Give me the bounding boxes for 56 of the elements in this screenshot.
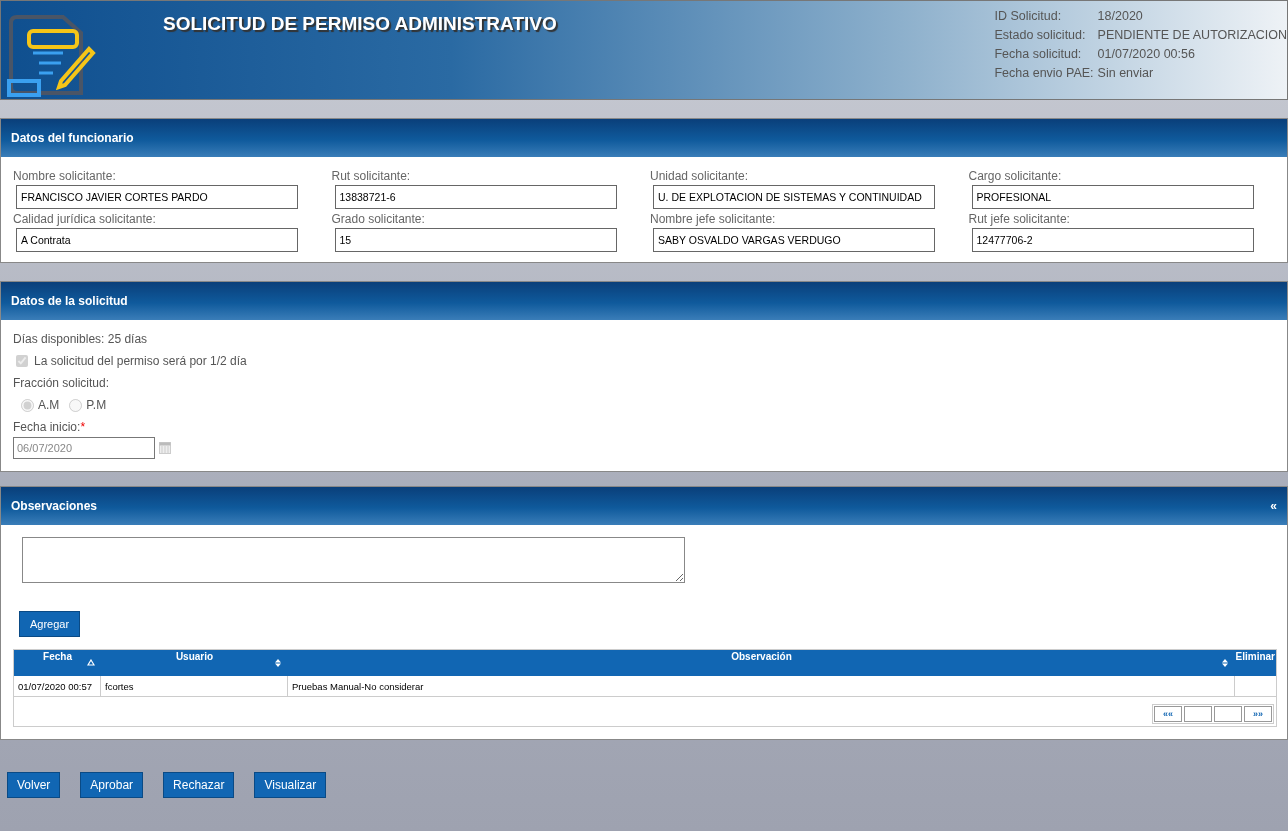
info-value: 01/07/2020 00:56 [1097, 47, 1196, 61]
sort-ascending-icon[interactable] [87, 659, 95, 667]
page-title: SOLICITUD DE PERMISO ADMINISTRATIVO [163, 13, 558, 35]
text-field[interactable]: 15 [334, 228, 617, 252]
text-field[interactable]: FRANCISCO JAVIER CORTES PARDO [16, 185, 298, 209]
sort-icon[interactable] [1221, 659, 1229, 667]
column-header[interactable]: Observación [288, 650, 1235, 676]
column-header[interactable]: Eliminar [1235, 650, 1277, 676]
add-button[interactable]: Agregar [19, 611, 81, 637]
info-value: 18/2020 [1097, 9, 1144, 23]
column-header[interactable]: Usuario [101, 650, 288, 676]
field-label: Grado solicitante: [331, 212, 426, 226]
text-field[interactable]: A Contrata [16, 228, 298, 252]
field-label: Nombre jefe solicitante: [650, 212, 777, 226]
panel-title: Datos de la solicitud [11, 294, 128, 308]
action-button[interactable]: Volver [7, 772, 61, 798]
info-value: Sin enviar [1097, 66, 1155, 80]
radio-label: A.M [38, 398, 60, 412]
field-label: Fracción solicitud: [13, 376, 111, 390]
observation-textarea[interactable] [22, 537, 685, 583]
collapse-toggle[interactable]: « [1270, 499, 1277, 513]
first-page-button[interactable]: «« [1154, 706, 1182, 722]
checkbox-label: La solicitud del permiso será por 1/2 día [34, 354, 247, 368]
field-label: Cargo solicitante: [968, 169, 1063, 183]
text-field[interactable]: U. DE EXPLOTACION DE SISTEMAS Y CONTINUIDAD [653, 185, 935, 209]
field-label: Nombre solicitante: [13, 169, 117, 183]
radio-label: P.M [86, 398, 107, 412]
calendar-icon[interactable] [159, 442, 171, 454]
field-label: Rut solicitante: [331, 169, 412, 183]
field-label: Calidad jurídica solicitante: [13, 212, 157, 226]
info-label: ID Solicitud: [994, 9, 1063, 23]
page-button[interactable] [1214, 706, 1242, 722]
action-button[interactable]: Aprobar [80, 772, 144, 798]
last-page-button[interactable]: »» [1244, 706, 1272, 722]
table-cell: 01/07/2020 00:57 [14, 676, 101, 696]
panel-title: Datos del funcionario [11, 131, 134, 145]
available-days-text: Días disponibles: 25 días [13, 332, 149, 346]
text-field[interactable]: PROFESIONAL [971, 185, 1254, 209]
page-button[interactable] [1184, 706, 1212, 722]
panel-title: Observaciones [11, 499, 98, 513]
info-value: PENDIENTE DE AUTORIZACION [1097, 28, 1287, 42]
action-button[interactable]: Rechazar [163, 772, 235, 798]
field-label: Unidad solicitante: [650, 169, 750, 183]
sort-icon[interactable] [274, 659, 282, 667]
table-cell: fcortes [101, 676, 288, 696]
text-field[interactable]: 13838721-6 [334, 185, 617, 209]
info-label: Fecha envio PAE: [994, 66, 1094, 80]
action-button[interactable]: Visualizar [254, 772, 327, 798]
table-cell: Pruebas Manual-No considerar [288, 676, 1235, 696]
text-field[interactable]: 12477706-2 [971, 228, 1254, 252]
column-header[interactable]: Fecha [14, 650, 101, 676]
field-label: Rut jefe solicitante: [968, 212, 1071, 226]
info-label: Fecha solicitud: [994, 47, 1083, 61]
text-field[interactable]: SABY OSVALDO VARGAS VERDUGO [653, 228, 935, 252]
info-label: Estado solicitud: [994, 28, 1087, 42]
field-label: Fecha inicio:* [13, 420, 86, 434]
